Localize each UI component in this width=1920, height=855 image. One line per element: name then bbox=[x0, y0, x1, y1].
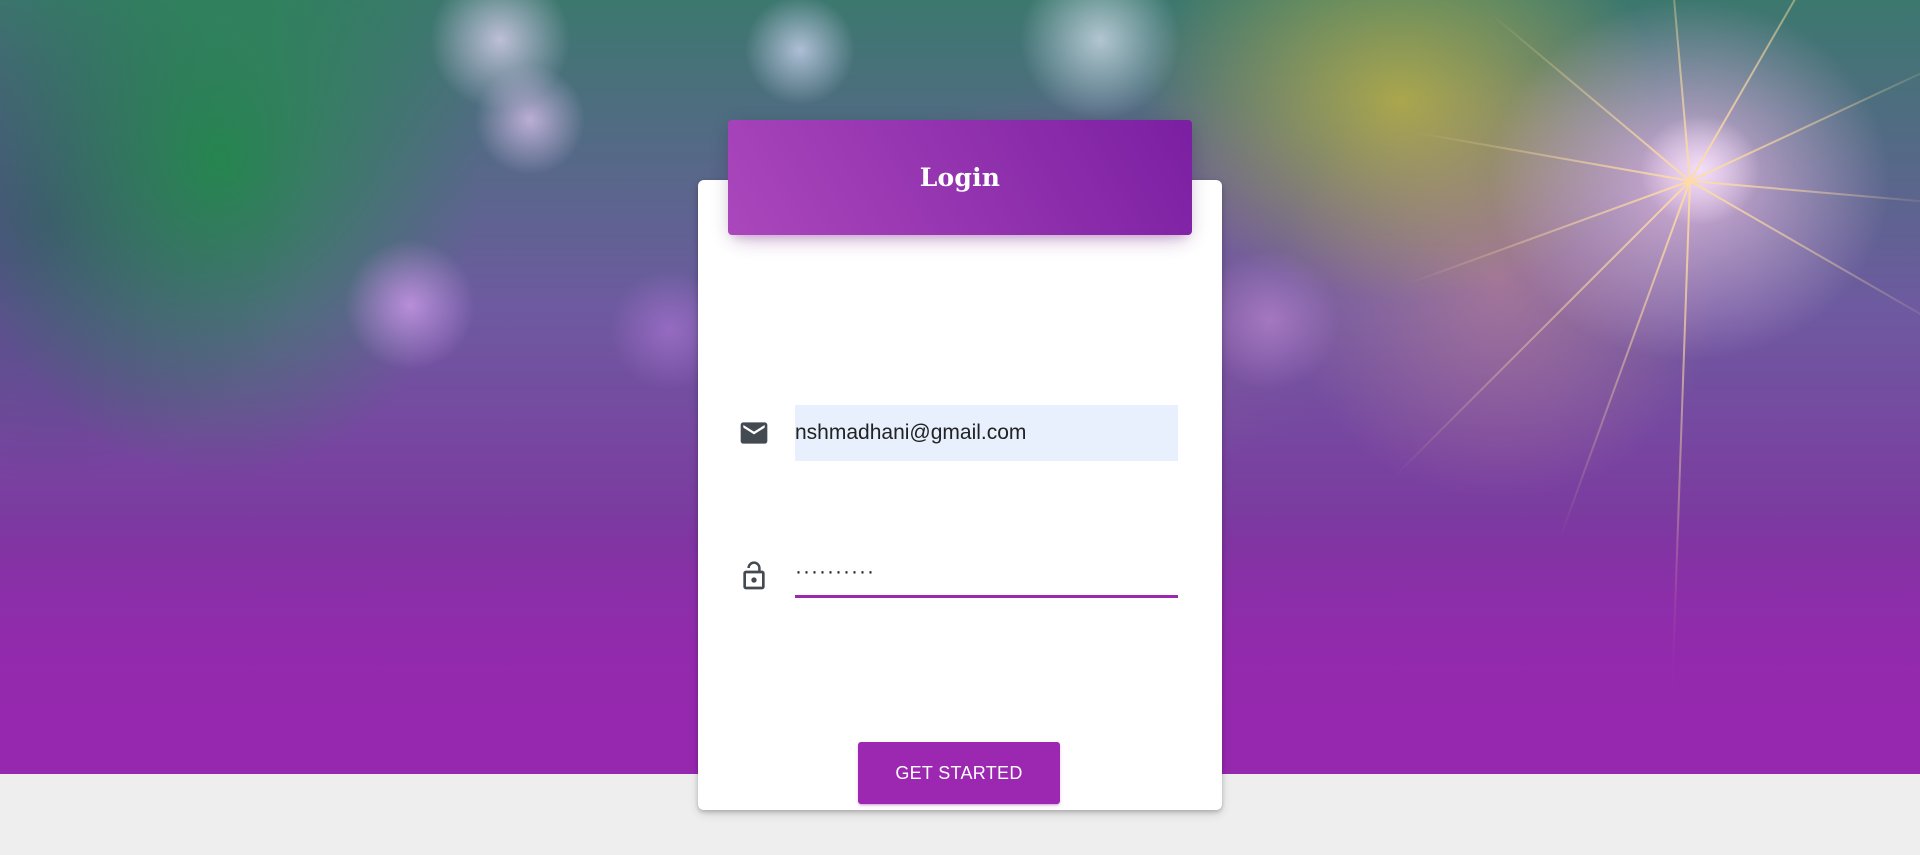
login-page: Login GET STARTED bbox=[0, 0, 1920, 855]
email-row bbox=[738, 405, 1178, 461]
login-card-header: Login bbox=[728, 120, 1192, 235]
get-started-button[interactable]: GET STARTED bbox=[858, 742, 1060, 804]
password-field[interactable] bbox=[795, 548, 1178, 598]
mail-icon bbox=[738, 417, 770, 449]
lock-icon bbox=[738, 560, 770, 592]
login-card bbox=[698, 180, 1222, 810]
password-row bbox=[738, 548, 1178, 604]
login-title: Login bbox=[919, 163, 1001, 192]
email-field[interactable] bbox=[795, 405, 1178, 461]
